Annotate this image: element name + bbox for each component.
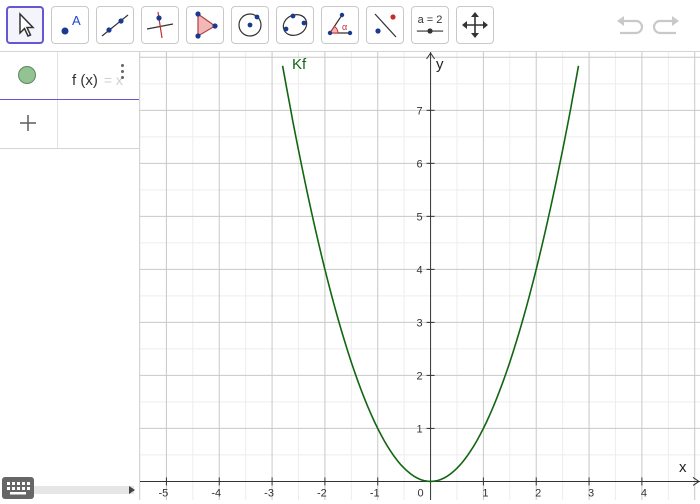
angle-tool-label: α — [342, 22, 347, 32]
add-icon[interactable] — [16, 111, 40, 135]
point-icon: A — [61, 13, 81, 35]
algebra-expression[interactable]: f (x) = x — [72, 72, 123, 89]
y-tick-label: 2 — [416, 370, 422, 382]
angle-icon: α — [327, 12, 353, 36]
circle-center-tool-button[interactable] — [231, 6, 269, 44]
x-tick-label: -4 — [211, 487, 221, 499]
x-tick-label: 4 — [641, 487, 647, 499]
x-tick-label: 0 — [418, 487, 424, 499]
perpendicular-line-tool-button[interactable] — [141, 6, 179, 44]
coordinate-plane: -5 -4 -3 -2 -1 0 1 2 3 4 1 2 3 4 5 6 7 — [140, 52, 700, 500]
undo-icon — [617, 16, 644, 35]
polygon-icon — [195, 11, 218, 39]
algebra-input-row[interactable] — [0, 100, 139, 149]
slider-tool-button[interactable]: a = 2 — [411, 6, 449, 44]
x-tick-label: -5 — [159, 487, 169, 499]
y-tick-label: 5 — [416, 211, 422, 223]
circle-three-points-icon — [282, 13, 308, 36]
y-tick-label: 3 — [416, 317, 422, 329]
perpendicular-line-icon — [146, 11, 174, 39]
algebra-view: f (x) = x — [0, 52, 140, 500]
move-graphics-tool-button[interactable] — [456, 6, 494, 44]
move-arrows-icon — [462, 12, 488, 38]
y-tick-label: 7 — [416, 105, 422, 117]
line-tool-button[interactable] — [96, 6, 134, 44]
cursor-arrow-icon — [19, 12, 35, 37]
slider-icon — [416, 27, 444, 34]
visibility-toggle[interactable] — [18, 66, 36, 84]
expression-text: f (x) — [72, 72, 98, 89]
scroll-right-arrow-icon[interactable] — [128, 485, 136, 495]
redo-icon — [652, 16, 679, 35]
keyboard-icon — [7, 482, 30, 495]
y-tick-label: 1 — [416, 423, 422, 435]
x-tick-label: 2 — [535, 487, 541, 499]
keyboard-button[interactable] — [2, 477, 34, 499]
graphics-view[interactable]: -5 -4 -3 -2 -1 0 1 2 3 4 1 2 3 4 5 6 7 Kf x y — [140, 52, 700, 500]
redo-button[interactable] — [652, 12, 682, 40]
curve-label[interactable]: Kf — [292, 56, 306, 73]
angle-tool-button[interactable]: α — [321, 6, 359, 44]
reflect-tool-button[interactable] — [366, 6, 404, 44]
undo-button[interactable] — [614, 12, 644, 40]
line-icon — [101, 14, 129, 37]
y-tick-label: 6 — [416, 158, 422, 170]
slider-tool-label: a = 2 — [417, 13, 443, 26]
x-tick-label: 1 — [482, 487, 488, 499]
point-tool-label: A — [72, 13, 81, 28]
x-tick-label: -3 — [264, 487, 274, 499]
x-axis-label: x — [679, 459, 687, 476]
circle-three-points-tool-button[interactable] — [276, 6, 314, 44]
algebra-item-f[interactable]: f (x) = x — [0, 52, 139, 100]
move-tool-button[interactable] — [6, 6, 44, 44]
y-tick-label: 4 — [416, 264, 422, 276]
polygon-tool-button[interactable] — [186, 6, 224, 44]
y-axis-label: y — [436, 56, 444, 73]
item-menu-icon[interactable] — [120, 64, 126, 86]
circle-center-icon — [238, 13, 262, 37]
point-tool-button[interactable]: A — [51, 6, 89, 44]
x-tick-label: -2 — [317, 487, 327, 499]
toolbar: A α a = 2 — [0, 0, 700, 52]
x-tick-label: 3 — [588, 487, 594, 499]
reflect-line-icon — [374, 13, 397, 38]
x-tick-label: -1 — [370, 487, 380, 499]
horizontal-scrollbar[interactable] — [34, 486, 134, 494]
